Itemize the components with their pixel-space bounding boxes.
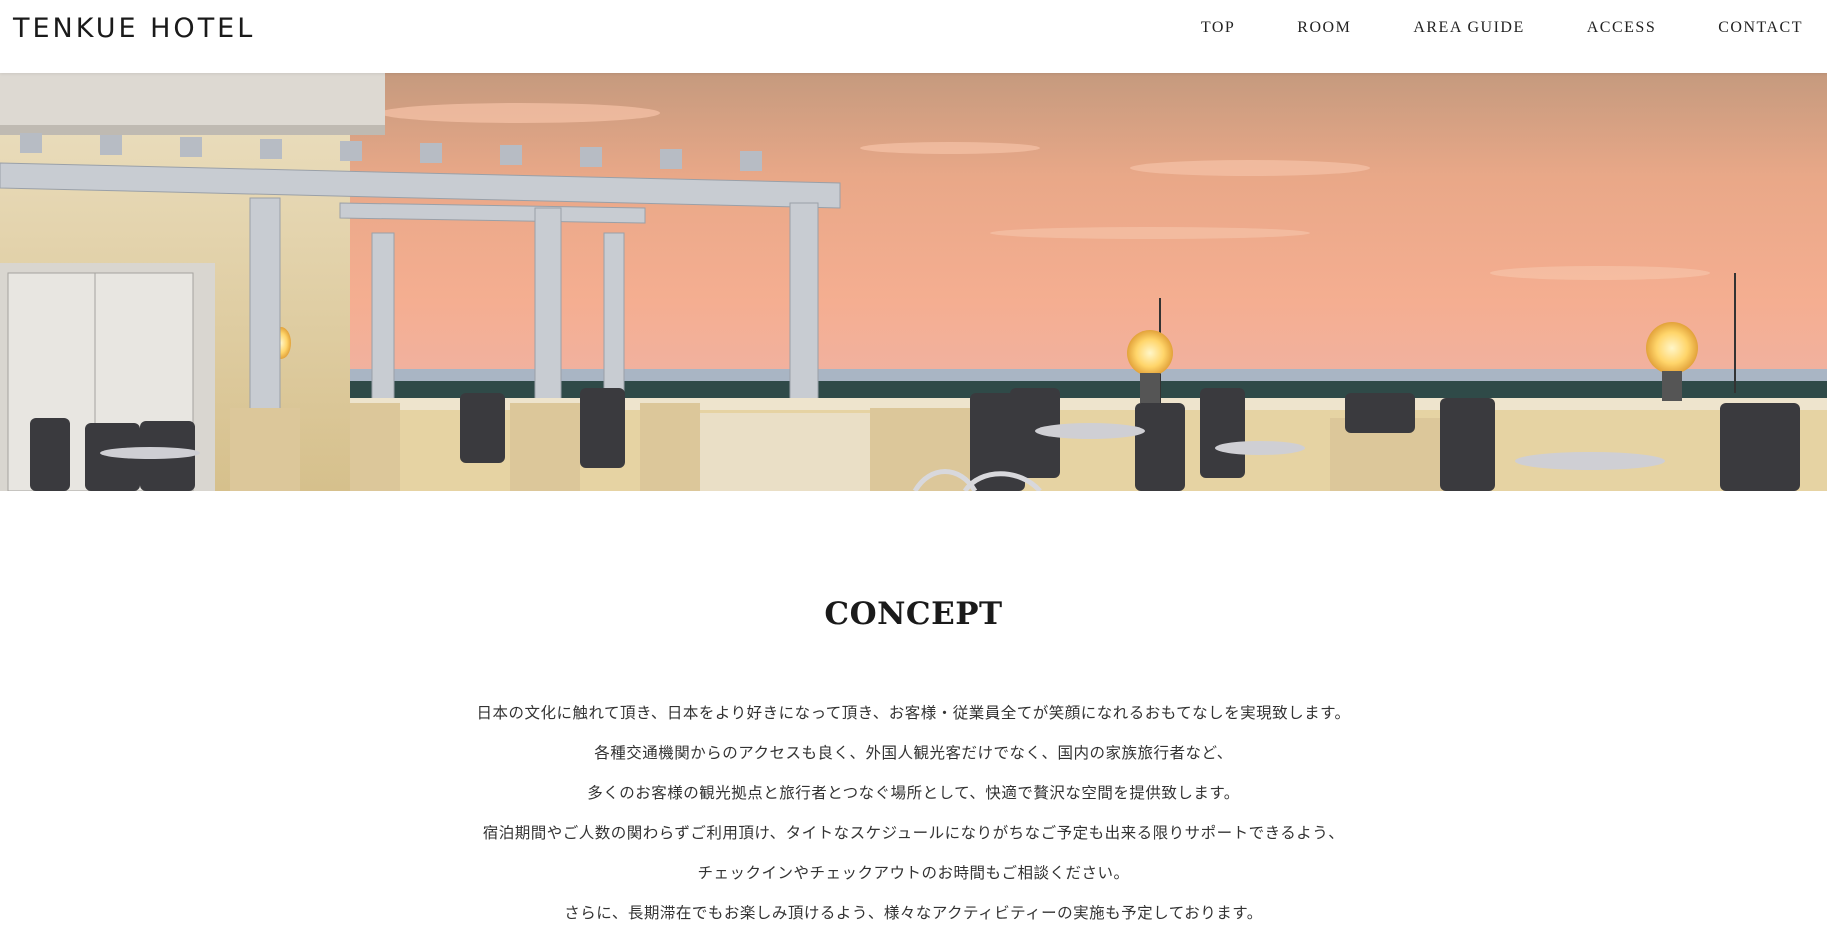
site-header: TENKUE HOTEL TOP ROOM AREA GUIDE ACCESS … [0, 0, 1827, 73]
concept-line: 宿泊期間やご人数の関わらずご利用頂け、タイトなスケジュールになりがちなご予定も出… [482, 824, 1345, 842]
site-logo[interactable]: TENKUE HOTEL [13, 13, 255, 44]
main-nav: TOP ROOM AREA GUIDE ACCESS CONTACT [1139, 19, 1803, 37]
nav-link-contact[interactable]: CONTACT [1718, 19, 1803, 37]
nav-link-top[interactable]: TOP [1201, 19, 1235, 37]
concept-text-block: 日本の文化に触れて頂き、日本をより好きになって頂き、お客様・従業員全てが笑顔にな… [0, 698, 1827, 938]
hero-image [0, 73, 1827, 491]
concept-heading: CONCEPT [824, 595, 1003, 632]
concept-line: チェックインやチェックアウトのお時間もご相談ください。 [697, 864, 1130, 882]
concept-line: 多くのお客様の観光拠点と旅行者とつなぐ場所として、快適で贅沢な空間を提供致します… [587, 784, 1240, 802]
nav-link-area-guide[interactable]: AREA GUIDE [1413, 19, 1524, 37]
hero-terrace-photo [0, 73, 1827, 491]
nav-link-room[interactable]: ROOM [1297, 19, 1351, 37]
concept-line: 日本の文化に触れて頂き、日本をより好きになって頂き、お客様・従業員全てが笑顔にな… [476, 704, 1351, 722]
concept-line: 各種交通機関からのアクセスも良く、外国人観光客だけでなく、国内の家族旅行者など、 [594, 744, 1233, 762]
nav-link-access[interactable]: ACCESS [1587, 19, 1656, 37]
concept-line: さらに、長期滞在でもお楽しみ頂けるよう、様々なアクティビティーの実施も予定してお… [564, 904, 1263, 922]
